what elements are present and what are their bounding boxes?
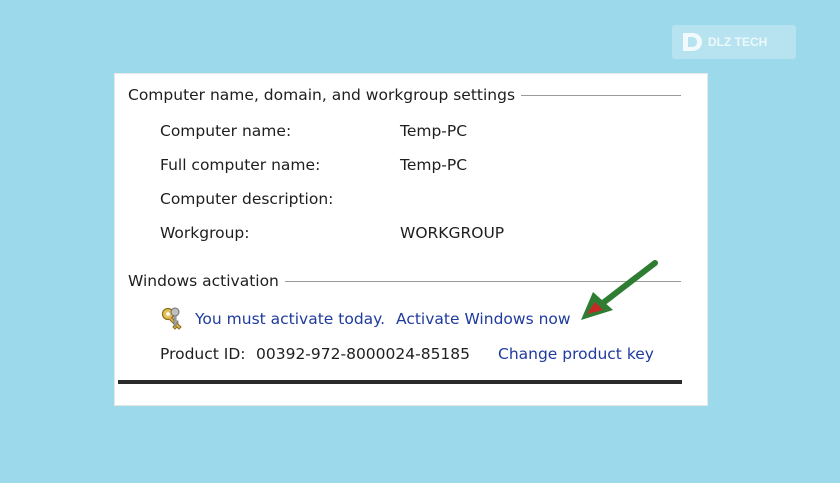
computer-name-label: Computer name: [160,122,292,140]
full-computer-name-label: Full computer name: [160,156,321,174]
brand-watermark: DLZ TECH [672,25,796,59]
full-computer-name-value: Temp-PC [400,156,468,174]
dlz-logo-icon [683,33,702,51]
workgroup-value: WORKGROUP [400,224,505,242]
computer-description-label: Computer description: [160,190,334,208]
windows-activation-title: Windows activation [128,272,279,290]
product-id-label: Product ID: [160,345,246,363]
watermark-text: DLZ TECH [708,35,768,49]
activate-windows-link[interactable]: Activate Windows now [396,310,571,328]
product-id-value: 00392-972-8000024-85185 [256,345,471,363]
activation-warning-text: You must activate today. [195,310,386,328]
computer-name-value: Temp-PC [400,122,468,140]
computer-settings-title: Computer name, domain, and workgroup set… [128,86,516,104]
computer-settings-header: Computer name, domain, and workgroup set… [128,86,681,104]
header-divider [521,94,681,96]
workgroup-label: Workgroup: [160,224,250,242]
panel-bottom-border [118,380,682,384]
annotation-arrow-icon [581,260,658,320]
keys-icon [161,307,182,330]
activation-message: You must activate today. Activate Window… [195,310,571,328]
system-properties-panel: Computer name, domain, and workgroup set… [114,73,708,406]
change-product-key-link[interactable]: Change product key [498,345,654,363]
